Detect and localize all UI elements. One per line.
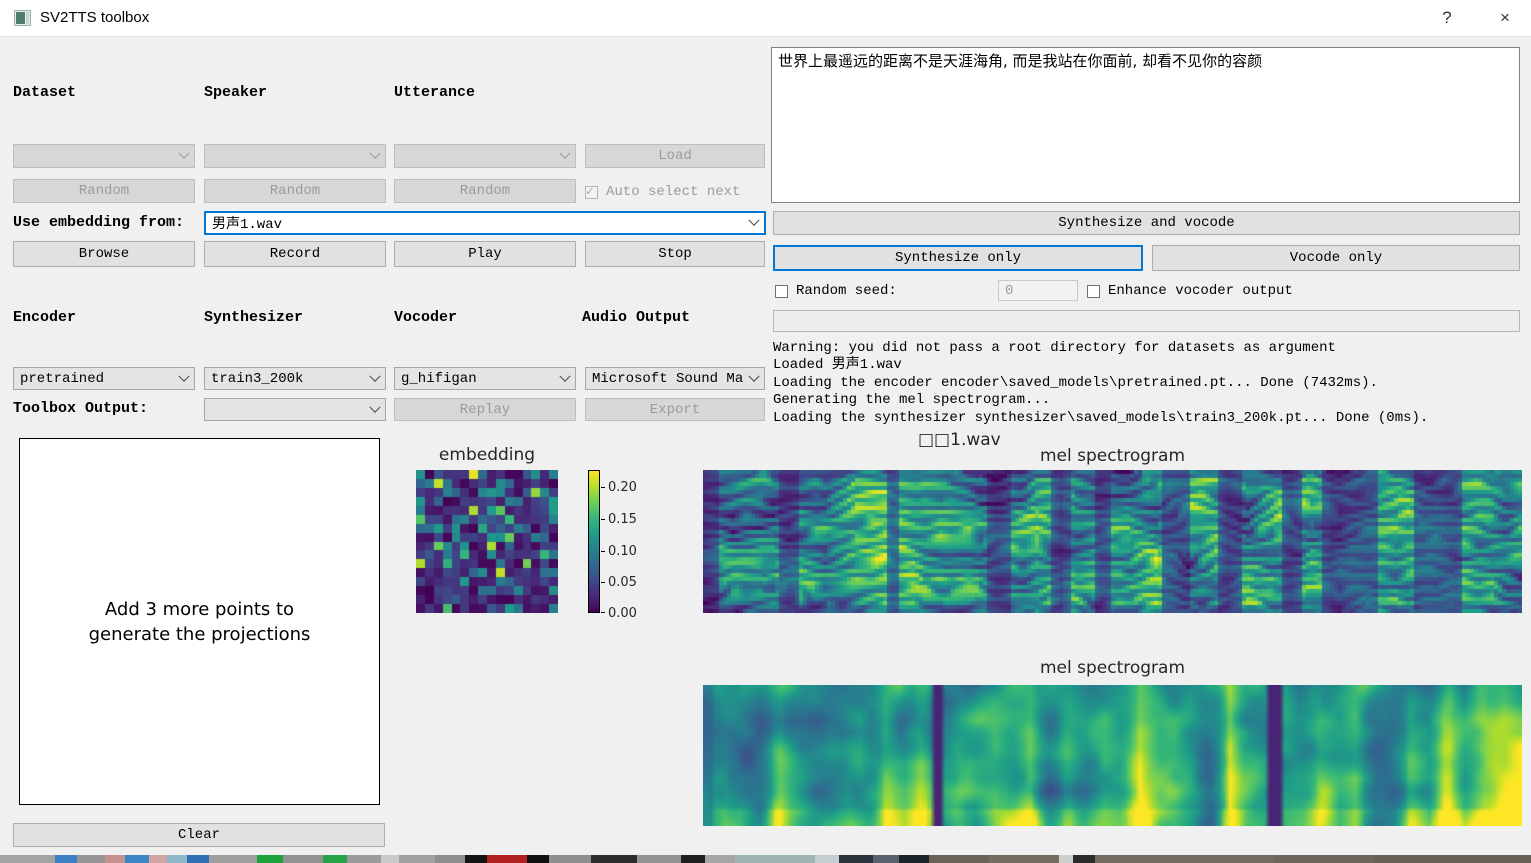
colorbar-tick-010: 0.10	[608, 544, 637, 559]
dataset-select[interactable]	[13, 144, 195, 168]
seed-input[interactable]: 0	[998, 280, 1078, 301]
umap-projections-plot: Add 3 more points to generate the projec…	[19, 438, 380, 805]
toolbox-output-label: Toolbox Output:	[13, 400, 148, 417]
chevron-down-icon	[748, 215, 759, 226]
mel-spectrogram-top	[703, 470, 1522, 613]
synthesize-and-vocode-button[interactable]: Synthesize and vocode	[773, 211, 1520, 235]
chevron-down-icon	[369, 148, 380, 159]
record-button[interactable]: Record	[204, 241, 386, 267]
synthesize-only-button[interactable]: Synthesize only	[773, 245, 1143, 271]
taskbar-sliver	[0, 855, 1531, 863]
speaker-label: Speaker	[204, 84, 267, 101]
projection-message-line1: Add 3 more points to	[105, 597, 294, 622]
encoder-label: Encoder	[13, 309, 76, 326]
dataset-label: Dataset	[13, 84, 76, 101]
use-embedding-from-label: Use embedding from:	[13, 214, 184, 231]
log-output: Warning: you did not pass a root directo…	[773, 340, 1428, 427]
app-icon	[14, 10, 31, 26]
chevron-down-icon	[369, 370, 380, 381]
auto-select-next-checkbox[interactable]: Auto select next	[585, 184, 740, 200]
enhance-vocoder-checkbox[interactable]: Enhance vocoder output	[1087, 283, 1293, 299]
log-line: Loading the synthesizer synthesizer\save…	[773, 410, 1428, 427]
audio-output-select[interactable]: Microsoft Sound Mapp	[585, 367, 765, 390]
vocoder-select[interactable]: g_hifigan	[394, 367, 576, 390]
browse-button[interactable]: Browse	[13, 241, 195, 267]
chevron-down-icon	[559, 148, 570, 159]
close-button[interactable]: ×	[1482, 0, 1528, 36]
title-bar: SV2TTS toolbox ? ×	[0, 0, 1531, 37]
embedding-source-select[interactable]: 男声1.wav	[204, 211, 766, 235]
colorbar-tick-000: 0.00	[608, 606, 637, 621]
colorbar-tick-020: 0.20	[608, 480, 637, 495]
sv2tts-toolbox-window: SV2TTS toolbox ? × Dataset Speaker Utter…	[0, 0, 1531, 863]
log-line: Generating the mel spectrogram...	[773, 392, 1428, 409]
clear-button[interactable]: Clear	[13, 823, 385, 847]
mel-spectrogram-title-bottom: mel spectrogram	[703, 658, 1522, 678]
utterance-random-button[interactable]: Random	[394, 179, 576, 203]
random-seed-label: Random seed:	[796, 283, 897, 299]
help-button[interactable]: ?	[1424, 0, 1470, 36]
progress-bar	[773, 310, 1520, 332]
utterance-label: Utterance	[394, 84, 475, 101]
checkbox-icon	[585, 186, 598, 199]
mel-spectrogram-bottom	[703, 685, 1522, 826]
encoder-select[interactable]: pretrained	[13, 367, 195, 390]
mel-spectrogram-title-top: mel spectrogram	[703, 446, 1522, 466]
enhance-vocoder-label: Enhance vocoder output	[1108, 283, 1293, 299]
random-seed-checkbox[interactable]: Random seed:	[775, 283, 897, 299]
log-line: Warning: you did not pass a root directo…	[773, 340, 1428, 357]
vocoder-label: Vocoder	[394, 309, 457, 326]
window-title: SV2TTS toolbox	[40, 9, 149, 26]
speaker-random-button[interactable]: Random	[204, 179, 386, 203]
colorbar-tick-005: 0.05	[608, 575, 637, 590]
colorbar	[588, 470, 600, 613]
log-line: Loading the encoder encoder\saved_models…	[773, 375, 1428, 392]
utterance-select[interactable]	[394, 144, 576, 168]
synthesizer-select[interactable]: train3_200k	[204, 367, 386, 390]
chevron-down-icon	[178, 370, 189, 381]
replay-button[interactable]: Replay	[394, 398, 576, 421]
chevron-down-icon	[748, 370, 759, 381]
embedding-title: embedding	[416, 445, 558, 465]
audio-output-label: Audio Output	[582, 309, 690, 326]
export-button[interactable]: Export	[585, 398, 765, 421]
chevron-down-icon	[178, 148, 189, 159]
synthesizer-label: Synthesizer	[204, 309, 303, 326]
colorbar-tick-015: 0.15	[608, 512, 637, 527]
dataset-random-button[interactable]: Random	[13, 179, 195, 203]
speaker-select[interactable]	[204, 144, 386, 168]
chevron-down-icon	[559, 370, 570, 381]
log-line: Loaded 男声1.wav	[773, 357, 1428, 374]
auto-select-next-label: Auto select next	[606, 184, 740, 200]
checkbox-icon	[775, 285, 788, 298]
checkbox-icon	[1087, 285, 1100, 298]
load-button[interactable]: Load	[585, 144, 765, 168]
embedding-heatmap	[416, 470, 558, 613]
stop-button[interactable]: Stop	[585, 241, 765, 267]
toolbox-output-select[interactable]	[204, 398, 386, 421]
projection-message-line2: generate the projections	[89, 622, 311, 647]
text-prompt-input[interactable]: 世界上最遥远的距离不是天涯海角, 而是我站在你面前, 却看不见你的容颜	[771, 47, 1520, 203]
vocode-only-button[interactable]: Vocode only	[1152, 245, 1520, 271]
chevron-down-icon	[369, 401, 380, 412]
play-button[interactable]: Play	[394, 241, 576, 267]
